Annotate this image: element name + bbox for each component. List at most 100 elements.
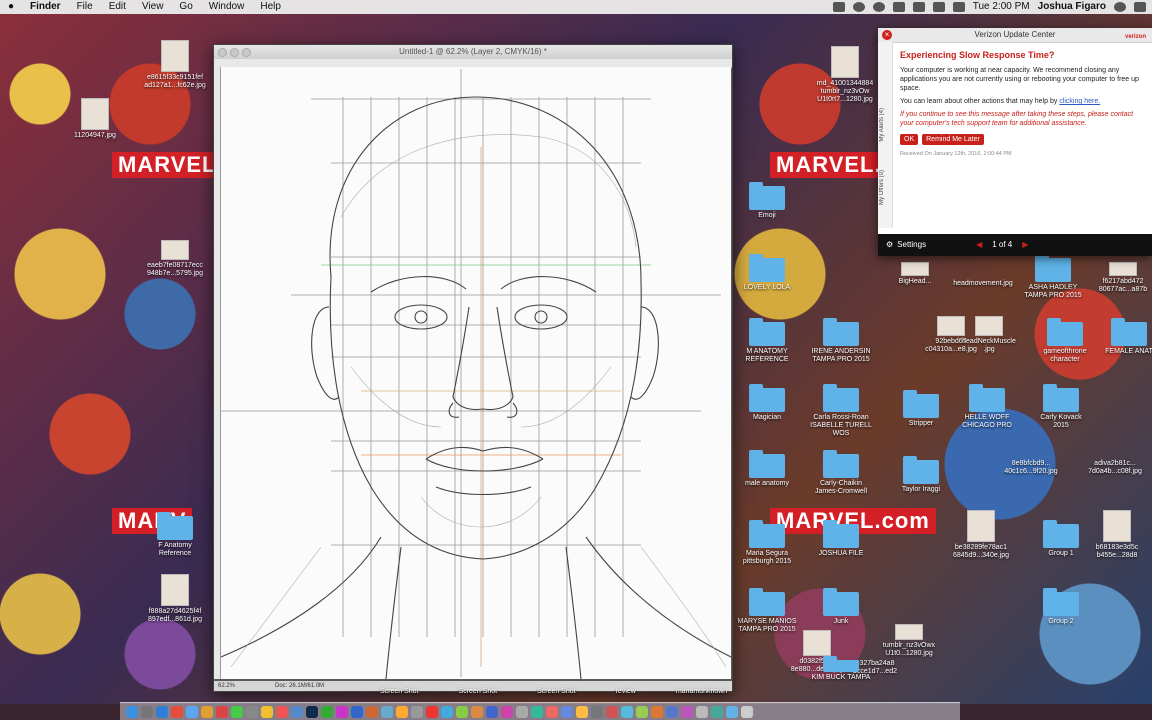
- app-icon[interactable]: [321, 705, 333, 718]
- safari-icon[interactable]: [156, 705, 168, 718]
- file-label[interactable]: manamunknown: [676, 688, 727, 695]
- desktop-folder[interactable]: Taylor Iraggi: [886, 456, 956, 494]
- desktop-folder[interactable]: Emoji: [732, 182, 802, 220]
- app-icon[interactable]: [381, 705, 393, 718]
- desktop-folder[interactable]: HELLE WOFF CHICAGO PRO: [952, 384, 1022, 430]
- desktop-folder[interactable]: KIM BUCK TAMPA: [806, 656, 876, 682]
- tab-my-offers[interactable]: My Offers (0): [879, 170, 891, 205]
- file-label[interactable]: Screen Shot: [537, 688, 576, 695]
- desktop-file[interactable]: eaeb7fe08717ecc 948b7e...5795.jpg: [140, 240, 210, 278]
- menu-file[interactable]: File: [69, 0, 101, 14]
- desktop-folder[interactable]: ASHA HADLEY TAMPA PRO 2015: [1018, 254, 1088, 300]
- tab-my-alerts[interactable]: My Alerts (4): [879, 108, 891, 142]
- app-icon[interactable]: [231, 705, 243, 718]
- desktop-folder[interactable]: IRENE ANDERSIN TAMPA PRO 2015: [806, 318, 876, 364]
- desktop-folder[interactable]: LOVELY LOLA: [732, 254, 802, 292]
- time-machine-icon[interactable]: [872, 2, 885, 12]
- app-icon[interactable]: [546, 705, 558, 718]
- menu-help[interactable]: Help: [252, 0, 289, 14]
- app-icon[interactable]: [666, 705, 678, 718]
- desktop-file[interactable]: headmovement.jpg: [948, 280, 1018, 288]
- app-icon[interactable]: [441, 705, 453, 718]
- notification-center-icon[interactable]: [1134, 2, 1146, 12]
- mail-icon[interactable]: [186, 705, 198, 718]
- file-label[interactable]: review: [616, 688, 636, 695]
- app-icon[interactable]: [351, 705, 363, 718]
- desktop-folder[interactable]: FEMALE ANAT: [1094, 318, 1152, 356]
- ok-button[interactable]: OK: [900, 134, 919, 145]
- desktop-file[interactable]: b68183e3d5c b455e...28d8: [1082, 510, 1152, 560]
- desktop-file[interactable]: BigHead...: [880, 262, 950, 286]
- app-icon[interactable]: [291, 705, 303, 718]
- app-icon[interactable]: [216, 705, 228, 718]
- app-icon[interactable]: [651, 705, 663, 718]
- zoom-level[interactable]: 62.2%: [218, 681, 235, 691]
- app-icon[interactable]: [531, 705, 543, 718]
- settings-button[interactable]: ⚙ Settings: [886, 234, 926, 256]
- app-icon[interactable]: [606, 705, 618, 718]
- menu-go[interactable]: Go: [171, 0, 200, 14]
- clock[interactable]: Tue 2:00 PM: [973, 0, 1030, 14]
- app-icon[interactable]: [711, 705, 723, 718]
- app-icon[interactable]: [276, 705, 288, 718]
- desktop-folder[interactable]: Magician: [732, 384, 802, 422]
- desktop-file[interactable]: e8615f33c9151fef ad127a1...fc62e.jpg: [140, 40, 210, 90]
- desktop-folder[interactable]: M ANATOMY REFERENCE: [732, 318, 802, 364]
- document-size[interactable]: Doc: 26.1M/61.0M: [275, 681, 324, 691]
- app-icon[interactable]: [591, 705, 603, 718]
- vertical-ruler[interactable]: [214, 67, 221, 679]
- battery-icon[interactable]: [952, 2, 965, 12]
- photoshop-document-window[interactable]: Untitled-1 @ 62.2% (Layer 2, CMYK/16) *: [213, 44, 733, 692]
- zoom-window-icon[interactable]: [242, 48, 251, 57]
- photoshop-icon[interactable]: [306, 705, 318, 718]
- app-icon[interactable]: [396, 705, 408, 718]
- volume-icon[interactable]: [932, 2, 945, 12]
- desktop-file[interactable]: 8e8bfcbd9... 40c1c6...9f20.jpg: [996, 460, 1066, 476]
- desktop-file[interactable]: f888a27d4625f4f 897edf...861d.jpg: [140, 574, 210, 624]
- dropbox-icon[interactable]: [832, 2, 845, 12]
- close-window-icon[interactable]: [218, 48, 227, 57]
- app-icon[interactable]: [426, 705, 438, 718]
- minimize-window-icon[interactable]: [230, 48, 239, 57]
- desktop-folder[interactable]: MARYSE MANIOS TAMPA PRO 2015: [732, 588, 802, 634]
- user-name[interactable]: Joshua Figaro: [1038, 0, 1106, 14]
- finder-icon[interactable]: [126, 705, 138, 718]
- desktop-file[interactable]: headNeckMuscle .jpg: [954, 316, 1024, 354]
- apple-menu-icon[interactable]: ●: [0, 0, 22, 14]
- sync-icon[interactable]: [852, 2, 865, 12]
- app-icon[interactable]: [561, 705, 573, 718]
- desktop-folder[interactable]: gameofthrone character: [1030, 318, 1100, 364]
- app-icon[interactable]: [366, 705, 378, 718]
- chrome-icon[interactable]: [171, 705, 183, 718]
- app-icon[interactable]: [696, 705, 708, 718]
- app-icon[interactable]: [411, 705, 423, 718]
- desktop-folder[interactable]: Carla Rossi-Roan ISABELLE TURELL WOS: [806, 384, 876, 438]
- desktop-folder[interactable]: F Anatomy Reference: [140, 512, 210, 558]
- trash-icon[interactable]: [741, 705, 753, 718]
- app-icon[interactable]: [246, 705, 258, 718]
- next-arrow-icon[interactable]: ▶: [1022, 234, 1028, 256]
- bluetooth-icon[interactable]: [892, 2, 905, 12]
- desktop-file[interactable]: f6217abd472 80677ac...a87b: [1088, 262, 1152, 294]
- app-icon[interactable]: [501, 705, 513, 718]
- desktop-folder[interactable]: male anatomy: [732, 450, 802, 488]
- desktop-file[interactable]: adiva2b81c... 7d0a4b...c08f.jpg: [1080, 460, 1150, 476]
- app-icon[interactable]: [486, 705, 498, 718]
- clicking-here-link[interactable]: clicking here.: [1059, 98, 1100, 105]
- desktop-file[interactable]: be38289fe78ac1 6845d9...340e.jpg: [946, 510, 1016, 560]
- file-label[interactable]: Screen Shot: [459, 688, 498, 695]
- desktop-folder[interactable]: Carly-Chaikin James-Cromwell: [806, 450, 876, 496]
- desktop-file[interactable]: md_41001344884 tumblr_nz3vOw U1t0rt7...1…: [810, 46, 880, 104]
- desktop-folder[interactable]: Group 2: [1026, 588, 1096, 626]
- wifi-icon[interactable]: [912, 2, 925, 12]
- previous-arrow-icon[interactable]: ◀: [976, 234, 982, 256]
- spotlight-icon[interactable]: [1114, 2, 1126, 12]
- desktop-folder[interactable]: Carly Kovack 2015: [1026, 384, 1096, 430]
- menu-edit[interactable]: Edit: [101, 0, 134, 14]
- menu-window[interactable]: Window: [201, 0, 253, 14]
- folder-stack-icon[interactable]: [726, 705, 738, 718]
- menu-finder[interactable]: Finder: [22, 0, 69, 14]
- menu-view[interactable]: View: [134, 0, 172, 14]
- app-icon[interactable]: [621, 705, 633, 718]
- desktop-folder[interactable]: Maria Segura pittsburgh 2015: [732, 520, 802, 566]
